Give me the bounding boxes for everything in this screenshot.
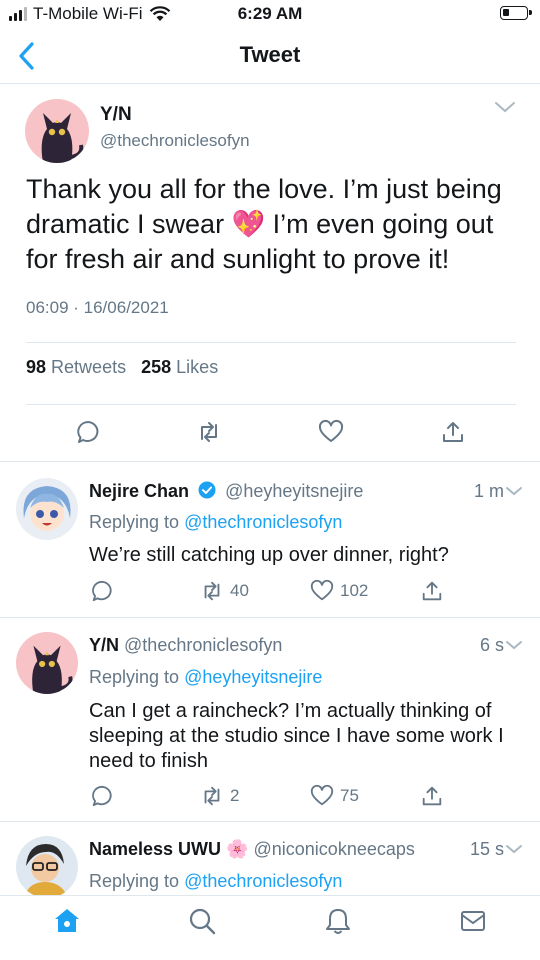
author-name[interactable]: Y/N <box>100 104 132 126</box>
share-button[interactable] <box>420 579 444 603</box>
tweet-datetime: 06:09 · 16/06/2021 <box>26 298 169 317</box>
retweet-button[interactable]: 2 <box>200 784 239 808</box>
status-bar: T-Mobile Wi-Fi 6:29 AM <box>0 0 540 30</box>
tweet-stats: 98 Retweets 258 Likes <box>26 357 218 378</box>
retweets-label[interactable]: Retweets <box>51 357 126 377</box>
main-tweet: Y/N @thechroniclesofyn Thank you all for… <box>0 84 540 462</box>
share-icon <box>422 581 442 601</box>
reply-actions: 40 102 <box>0 579 540 605</box>
replying-to: Replying to @heyheyitsnejire <box>89 667 322 688</box>
messages-icon[interactable] <box>458 906 488 936</box>
reply-actions: 2 75 <box>0 784 540 810</box>
divider <box>26 404 516 405</box>
comment-icon <box>92 785 112 807</box>
home-icon[interactable] <box>52 906 82 936</box>
author-name[interactable]: Y/N <box>89 635 119 655</box>
reply-button[interactable] <box>90 579 114 603</box>
replying-to: Replying to @thechroniclesofyn <box>89 512 342 533</box>
comment-icon[interactable] <box>75 419 101 445</box>
retweet-icon[interactable] <box>196 419 222 445</box>
heart-icon <box>310 579 334 601</box>
author-handle[interactable]: @heyheyitsnejire <box>225 481 363 501</box>
comment-icon <box>92 580 112 602</box>
reply-text: Can I get a raincheck? I’m actually thin… <box>89 700 504 772</box>
avatar[interactable] <box>16 632 78 694</box>
tweet-text: Thank you all for the love. I’m just bei… <box>26 174 502 274</box>
reply-header: Y/N @thechroniclesofyn <box>89 635 282 656</box>
like-count: 75 <box>340 786 359 805</box>
replying-to: Replying to @thechroniclesofyn <box>89 871 342 892</box>
battery-icon <box>500 6 532 20</box>
page-title: Tweet <box>239 42 301 67</box>
nav-bar: Tweet <box>0 30 540 84</box>
author-handle[interactable]: @thechroniclesofyn <box>100 131 250 151</box>
replying-to-link[interactable]: @heyheyitsnejire <box>184 667 322 687</box>
share-button[interactable] <box>420 784 444 808</box>
retweet-button[interactable]: 40 <box>200 579 249 603</box>
retweet-count: 40 <box>230 581 249 600</box>
avatar[interactable] <box>25 99 89 163</box>
likes-label[interactable]: Likes <box>176 357 218 377</box>
like-button[interactable]: 75 <box>310 784 359 808</box>
retweet-icon <box>204 581 220 601</box>
author-handle[interactable]: @niconicokneecaps <box>254 839 415 859</box>
chevron-down-icon[interactable] <box>506 486 522 496</box>
reply-tweet[interactable]: Nejire Chan @heyheyitsnejire 1 m Replyin… <box>0 462 540 618</box>
replying-to-link[interactable]: @thechroniclesofyn <box>184 512 342 532</box>
reply-time: 15 s <box>469 839 504 859</box>
search-icon[interactable] <box>187 906 217 936</box>
retweets-count[interactable]: 98 <box>26 357 46 377</box>
verified-badge-icon <box>198 481 216 499</box>
chevron-down-icon[interactable] <box>494 100 516 114</box>
tab-bar <box>0 895 540 960</box>
author-name[interactable]: Nejire Chan <box>89 481 189 501</box>
author-handle[interactable]: @thechroniclesofyn <box>124 635 282 655</box>
retweet-icon <box>204 786 220 806</box>
reply-time: 1 m <box>473 481 504 501</box>
reply-button[interactable] <box>90 784 114 808</box>
reply-text: We’re still catching up over dinner, rig… <box>89 544 449 566</box>
replying-prefix: Replying to <box>89 512 180 532</box>
replying-prefix: Replying to <box>89 871 180 891</box>
reply-header: Nejire Chan @heyheyitsnejire <box>89 481 363 502</box>
tweet-actions <box>0 414 540 450</box>
retweet-count: 2 <box>230 786 240 805</box>
reply-time: 6 s <box>479 635 504 655</box>
heart-icon[interactable] <box>318 419 344 445</box>
avatar[interactable] <box>16 478 78 540</box>
share-icon <box>422 786 442 806</box>
replying-prefix: Replying to <box>89 667 180 687</box>
reply-tweet[interactable]: Y/N @thechroniclesofyn 6 s Replying to @… <box>0 618 540 822</box>
reply-tweet[interactable]: Nameless UWU 🌸 @niconicokneecaps 15 s Re… <box>0 822 540 895</box>
author-name[interactable]: Nameless UWU <box>89 839 221 859</box>
replying-to-link[interactable]: @thechroniclesofyn <box>184 871 342 891</box>
share-icon[interactable] <box>440 419 466 445</box>
divider <box>26 342 516 343</box>
name-emoji: 🌸 <box>226 839 249 859</box>
chevron-down-icon[interactable] <box>506 844 522 854</box>
likes-count[interactable]: 258 <box>141 357 171 377</box>
avatar[interactable] <box>16 836 78 895</box>
heart-icon <box>310 784 334 806</box>
like-count: 102 <box>340 581 369 600</box>
status-time: 6:29 AM <box>237 4 303 23</box>
like-button[interactable]: 102 <box>310 579 368 603</box>
reply-header: Nameless UWU 🌸 @niconicokneecaps <box>89 839 415 860</box>
chevron-down-icon[interactable] <box>506 640 522 650</box>
notifications-icon[interactable] <box>323 906 353 936</box>
